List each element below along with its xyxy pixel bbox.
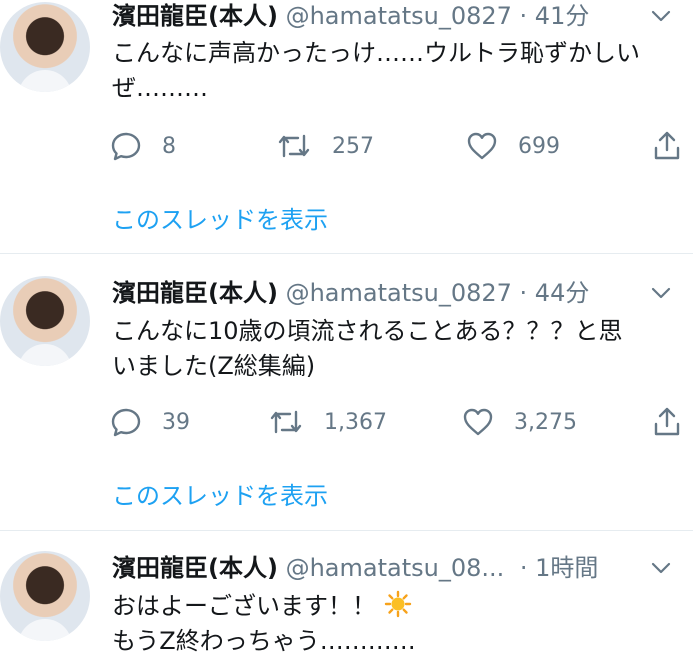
avatar[interactable] [0,2,90,92]
display-name[interactable]: 濱田龍臣(本人) [112,279,278,307]
tweet-text: こんなに声高かったっけ……ウルトラ恥ずかしい ぜ……… [112,36,682,106]
retweet-count: 1,367 [324,409,387,435]
display-name[interactable]: 濱田龍臣(本人) [112,2,278,30]
tweet-text-line: こんなに10歳の頃流されることある？？？と思 [112,317,623,345]
timestamp[interactable]: · 44分 [520,279,590,307]
divider [0,530,693,531]
tweet-text-line: もうZ終わっちゃう………… [112,627,416,655]
display-name[interactable]: 濱田龍臣(本人) [112,554,278,582]
tweet-text: おはよーございます！！ もうZ終わっちゃう………… [112,589,682,659]
like-button[interactable]: 3,275 [462,405,577,439]
tweet-text-segment: おはよーございます！！ [112,592,376,620]
tweet-text: こんなに10歳の頃流されることある？？？と思 いました(Z総集編) [112,314,682,384]
tweet[interactable]: 濱田龍臣(本人) @hamatatsu_0827 · 44分 こんなに10歳の頃… [0,276,693,530]
reply-icon [111,132,141,161]
avatar[interactable] [0,551,90,641]
handle[interactable]: @hamatatsu_0827 [286,279,512,307]
chevron-down-icon[interactable] [650,557,672,579]
retweet-icon [278,134,310,158]
divider [0,253,693,254]
timestamp[interactable]: · 41分 [520,2,590,30]
sun-emoji-icon [384,590,411,618]
like-count: 699 [518,133,560,159]
tweet-header: 濱田龍臣(本人) @hamatatsu_08... · 1時間 [112,551,672,585]
tweet-text-line: おはよーございます！！ [112,589,682,624]
chevron-down-icon[interactable] [650,5,672,27]
tweet-header: 濱田龍臣(本人) @hamatatsu_0827 · 41分 [112,0,672,33]
action-bar: 8 257 699 [110,129,690,163]
retweet-button[interactable]: 257 [276,129,374,163]
tweet-text-line: いました(Z総集編) [112,352,316,380]
avatar[interactable] [0,276,90,366]
reply-count: 8 [162,133,176,159]
like-icon [463,408,493,436]
reply-button[interactable]: 8 [110,129,176,163]
share-button[interactable] [652,129,682,163]
show-thread-link[interactable]: このスレッドを表示 [112,200,328,235]
share-button[interactable] [652,405,682,439]
retweet-button[interactable]: 1,367 [268,405,387,439]
tweet-text-line: ぜ……… [112,74,208,102]
like-button[interactable]: 699 [466,129,560,163]
tweet-header: 濱田龍臣(本人) @hamatatsu_0827 · 44分 [112,276,672,310]
share-icon [654,131,680,160]
share-icon [654,407,680,436]
like-count: 3,275 [514,409,577,435]
retweet-count: 257 [332,133,374,159]
like-icon [467,132,497,160]
reply-button[interactable]: 39 [110,405,190,439]
chevron-down-icon[interactable] [650,282,672,304]
show-thread-link[interactable]: このスレッドを表示 [112,476,328,511]
retweet-icon [270,410,302,434]
timestamp[interactable]: · 1時間 [520,554,599,582]
handle[interactable]: @hamatatsu_0827 [286,2,512,30]
tweet[interactable]: 濱田龍臣(本人) @hamatatsu_0827 · 41分 こんなに声高かった… [0,0,693,253]
tweet-text-line: こんなに声高かったっけ……ウルトラ恥ずかしい [112,39,640,67]
handle[interactable]: @hamatatsu_08... [286,554,505,582]
action-bar: 39 1,367 3,275 [110,405,690,439]
reply-icon [111,408,141,437]
tweet[interactable]: 濱田龍臣(本人) @hamatatsu_08... · 1時間 おはよーございま… [0,551,693,665]
reply-count: 39 [162,409,190,435]
